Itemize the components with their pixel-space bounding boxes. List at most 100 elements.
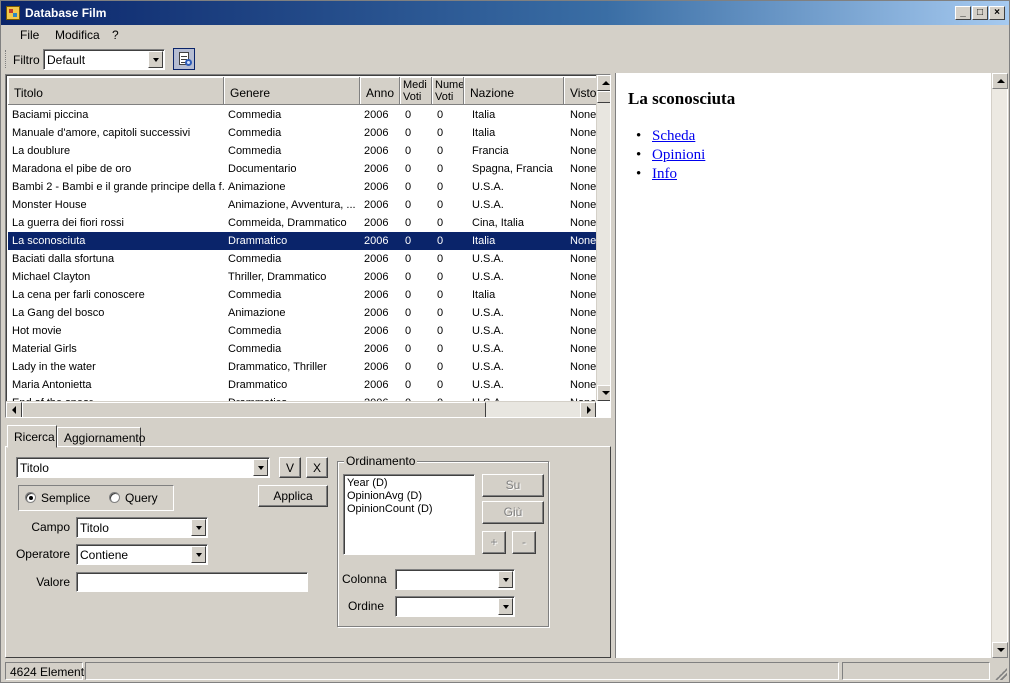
table-row[interactable]: La sconosciuta Drammatico 2006 0 0 Italia None — [8, 232, 598, 250]
radio-query[interactable] — [109, 492, 120, 503]
table-row[interactable]: Monster House Animazione, Avventura, ... 2… — [8, 196, 598, 214]
cell-titolo: Manuale d'amore, capitoli successivi — [12, 127, 191, 139]
operatore-select[interactable]: Contiene — [76, 544, 208, 565]
app-icon[interactable] — [6, 6, 20, 20]
cell-medi-voti: 0 — [405, 325, 412, 337]
chevron-down-icon[interactable] — [253, 459, 268, 476]
filter-select[interactable]: Default — [43, 49, 165, 70]
sort-list-item[interactable]: Year (D) — [347, 477, 477, 490]
column-label: Nazione — [470, 86, 515, 100]
list-horizontal-scrollbar[interactable] — [6, 401, 596, 417]
chevron-down-icon[interactable] — [498, 571, 513, 588]
link-info[interactable]: Info — [652, 166, 677, 182]
colonna-select[interactable] — [395, 569, 515, 590]
table-row[interactable]: La guerra dei fiori rossi Commeida, Dramm… — [8, 214, 598, 232]
radio-semplice[interactable] — [25, 492, 36, 503]
campo-select[interactable]: Titolo — [76, 517, 208, 538]
scroll-down-button[interactable] — [597, 385, 610, 401]
cell-visto: None — [570, 271, 597, 283]
cell-nume-voti: 0 — [437, 379, 444, 391]
scroll-down-button[interactable] — [992, 642, 1008, 658]
cell-nazione: Italia — [472, 109, 496, 121]
sort-remove-button[interactable]: - — [512, 531, 536, 554]
cell-medi-voti: 0 — [405, 217, 412, 229]
column-header-anno[interactable]: Anno — [360, 77, 400, 105]
toolbar-grip[interactable] — [5, 50, 8, 68]
operatore-label: Operatore — [15, 547, 70, 561]
magnifier-icon — [185, 59, 192, 66]
resize-grip-icon[interactable] — [995, 668, 1007, 680]
link-opinioni[interactable]: Opinioni — [652, 147, 705, 163]
cell-anno: 2006 — [364, 271, 389, 283]
column-header-medi-voti[interactable]: Medi Voti — [400, 77, 432, 105]
cell-titolo: Maradona el pibe de oro — [12, 163, 132, 175]
chevron-down-icon[interactable] — [498, 598, 513, 615]
search-field-select[interactable]: Titolo — [16, 457, 270, 478]
filter-search-button[interactable] — [173, 48, 195, 70]
cell-nazione: Italia — [472, 235, 496, 247]
scroll-left-button[interactable] — [6, 402, 22, 417]
status-count-panel: 4624 Elementi — [5, 662, 87, 680]
column-header-nazione[interactable]: Nazione — [464, 77, 564, 105]
sort-list-item[interactable]: OpinionAvg (D) — [347, 490, 477, 503]
detail-view[interactable]: La sconosciuta Scheda Opinioni Info — [615, 73, 1008, 658]
detail-vertical-scrollbar[interactable] — [991, 73, 1008, 658]
valore-input[interactable] — [76, 572, 308, 592]
sort-up-button[interactable]: Su — [482, 474, 544, 497]
scroll-up-button[interactable] — [992, 73, 1008, 89]
chevron-down-icon[interactable] — [191, 519, 206, 536]
table-row[interactable]: Material Girls Commedia 2006 0 0 U.S.A. None — [8, 340, 598, 358]
tab-aggiornamento[interactable]: Aggiornamento — [57, 427, 145, 448]
apply-button[interactable]: Applica — [258, 485, 328, 507]
horizontal-scroll-thumb[interactable] — [22, 402, 486, 417]
radio-query-label[interactable]: Query — [125, 491, 158, 505]
column-header-nume-voti[interactable]: Nume Voti — [432, 77, 464, 105]
table-row[interactable]: La doublure Commedia 2006 0 0 Francia None — [8, 142, 598, 160]
menu-file[interactable]: File — [20, 28, 39, 42]
clear-button[interactable]: X — [306, 457, 328, 478]
table-row[interactable]: Baciami piccina Commedia 2006 0 0 Italia None — [8, 106, 598, 124]
table-row[interactable]: Bambi 2 - Bambi e il grande principe del… — [8, 178, 598, 196]
table-row[interactable]: Baciati dalla sfortuna Commedia 2006 0 0 U.S.… — [8, 250, 598, 268]
radio-semplice-label[interactable]: Semplice — [41, 491, 90, 505]
sort-up-label: Su — [505, 478, 521, 492]
sort-add-button[interactable]: + — [482, 531, 506, 554]
scroll-up-button[interactable] — [597, 75, 610, 91]
film-list[interactable]: Titolo Genere Anno Medi Voti Nume Voti N… — [5, 74, 611, 418]
table-row[interactable]: Manuale d'amore, capitoli successivi Comm… — [8, 124, 598, 142]
table-row[interactable]: Maria Antonietta Drammatico 2006 0 0 U.S.A. No… — [8, 376, 598, 394]
title-bar[interactable]: Database Film _ □ × — [1, 1, 1009, 25]
sort-list[interactable]: Year (D) OpinionAvg (D) OpinionCount (D) — [343, 474, 475, 555]
cell-medi-voti: 0 — [405, 199, 412, 211]
close-icon[interactable]: × — [989, 6, 1005, 20]
search-tabs: Ricerca Aggiornamento — [5, 425, 611, 448]
confirm-button[interactable]: V — [279, 457, 301, 478]
cell-anno: 2006 — [364, 307, 389, 319]
column-header-genere[interactable]: Genere — [224, 77, 360, 105]
menu-help[interactable]: ? — [112, 28, 119, 42]
scroll-right-button[interactable] — [580, 402, 596, 417]
vertical-scroll-thumb[interactable] — [597, 91, 610, 103]
table-row[interactable]: La Gang del bosco Animazione 2006 0 0 U.S.A. N… — [8, 304, 598, 322]
table-row[interactable]: Maradona el pibe de oro Documentario 2006 0… — [8, 160, 598, 178]
table-row[interactable]: Michael Clayton Thriller, Drammatico 2006 0… — [8, 268, 598, 286]
tab-ricerca[interactable]: Ricerca — [7, 425, 57, 448]
cell-genere: Commedia — [228, 145, 282, 157]
clear-label: X — [312, 461, 321, 475]
column-header-visto[interactable]: Visto — [564, 77, 598, 105]
sort-list-item[interactable]: OpinionCount (D) — [347, 503, 477, 516]
maximize-icon[interactable]: □ — [972, 6, 988, 20]
chevron-down-icon[interactable] — [148, 51, 163, 68]
list-vertical-scrollbar[interactable] — [596, 75, 610, 401]
table-row[interactable]: Hot movie Commedia 2006 0 0 U.S.A. None — [8, 322, 598, 340]
link-scheda[interactable]: Scheda — [652, 128, 695, 144]
sort-down-button[interactable]: Giù — [482, 501, 544, 524]
chevron-down-icon[interactable] — [191, 546, 206, 563]
minimize-icon[interactable]: _ — [955, 6, 971, 20]
table-row[interactable]: La cena per farli conoscere Commedia 2006 0… — [8, 286, 598, 304]
table-row[interactable]: Lady in the water Drammatico, Thriller 200… — [8, 358, 598, 376]
column-header-titolo[interactable]: Titolo — [8, 77, 224, 105]
cell-visto: None — [570, 217, 597, 229]
ordine-select[interactable] — [395, 596, 515, 617]
menu-modifica[interactable]: Modifica — [55, 28, 100, 42]
